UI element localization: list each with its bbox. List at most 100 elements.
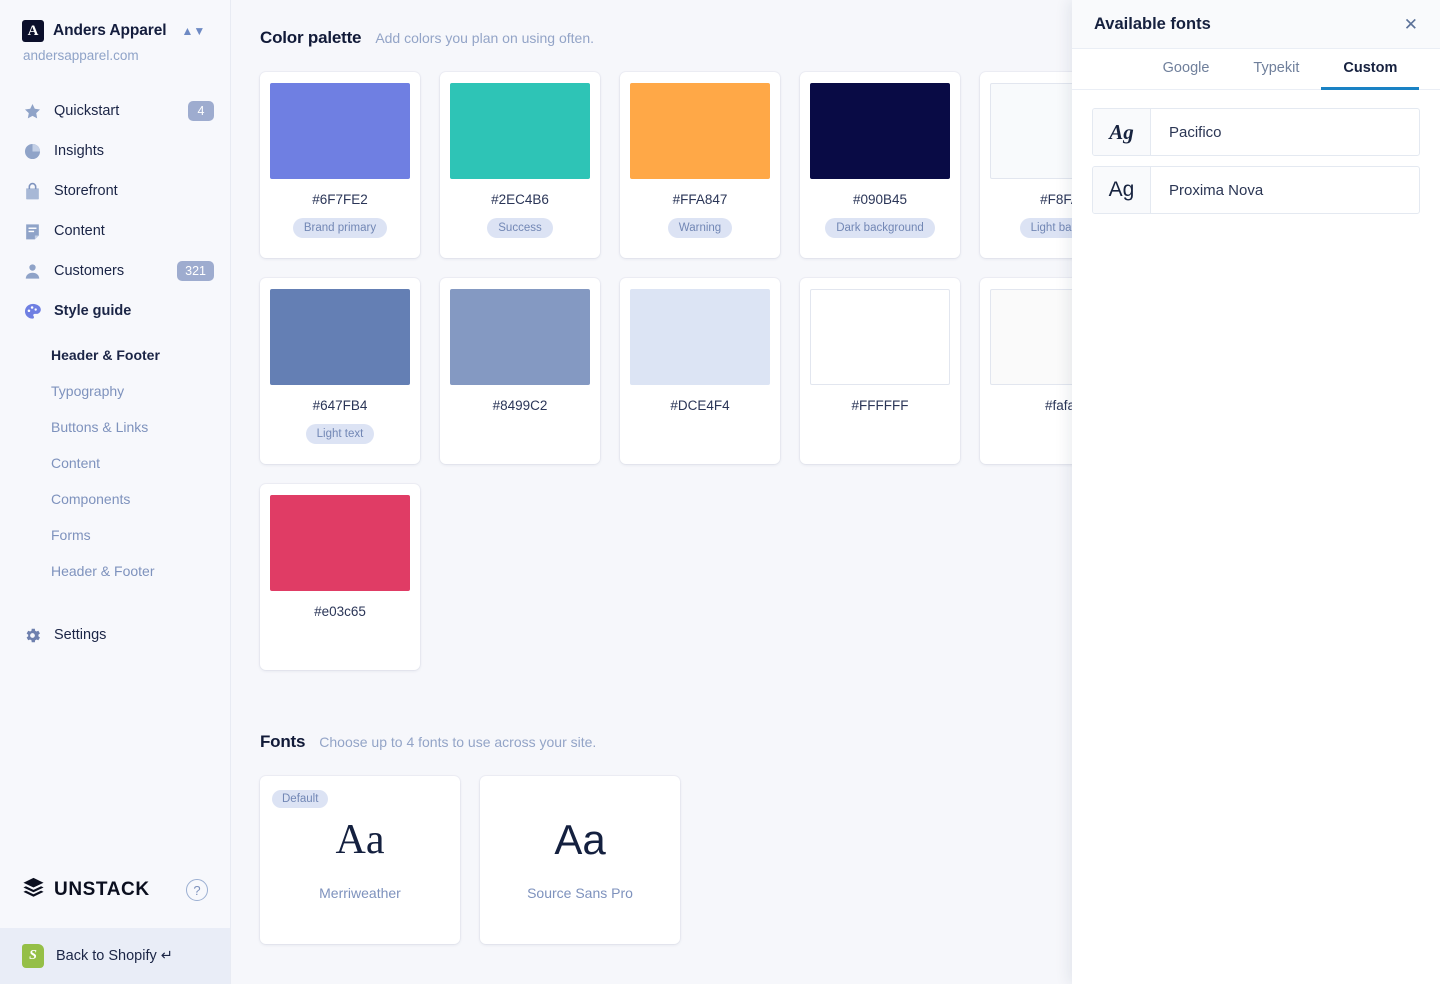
default-badge: Default bbox=[272, 790, 329, 808]
sidebar-label: Settings bbox=[54, 627, 107, 643]
color-swatch-card[interactable]: #FFA847 Warning bbox=[620, 72, 780, 258]
sidebar: A Anders Apparel ▲▼ andersapparel.com Qu… bbox=[0, 0, 231, 984]
store-name: Anders Apparel bbox=[53, 22, 167, 39]
sidebar-label: Style guide bbox=[54, 303, 132, 319]
palette-icon bbox=[22, 301, 42, 321]
tab-custom[interactable]: Custom bbox=[1321, 49, 1420, 90]
sidebar-label: Customers bbox=[54, 263, 125, 279]
color-hex-label: #090B45 bbox=[852, 192, 908, 207]
color-tag: Dark background bbox=[825, 218, 935, 238]
color-hex-label: #e03c65 bbox=[314, 604, 366, 619]
document-icon bbox=[22, 221, 42, 241]
style-guide-app: A Anders Apparel ▲▼ andersapparel.com Qu… bbox=[0, 0, 1440, 984]
unstack-wordmark: UNSTACK bbox=[54, 879, 150, 900]
color-palette-subtitle: Add colors you plan on using often. bbox=[375, 30, 595, 46]
font-list-item[interactable]: Ag Pacifico bbox=[1092, 108, 1420, 156]
primary-nav: Quickstart 4 Insights Storefront Content… bbox=[0, 91, 230, 655]
shopping-bag-icon bbox=[22, 181, 42, 201]
color-chip bbox=[270, 289, 410, 385]
color-chip bbox=[810, 83, 950, 179]
subnav-item-header-footer[interactable]: Header & Footer bbox=[0, 337, 230, 373]
color-tag: Success bbox=[487, 218, 553, 238]
tab-typekit[interactable]: Typekit bbox=[1231, 49, 1321, 90]
color-tag: Brand primary bbox=[292, 218, 388, 238]
subnav-item-buttons-links[interactable]: Buttons & Links bbox=[0, 409, 230, 445]
color-hex-label: #8499C2 bbox=[492, 398, 548, 413]
shopify-icon bbox=[22, 944, 44, 968]
chevron-updown-icon[interactable]: ▲▼ bbox=[181, 25, 205, 37]
font-list-name: Pacifico bbox=[1169, 123, 1222, 141]
sidebar-label: Quickstart bbox=[54, 103, 120, 119]
panel-header: Available fonts ✕ bbox=[1072, 0, 1440, 49]
font-preview-glyph: Ag bbox=[1093, 167, 1151, 213]
star-icon bbox=[22, 101, 42, 121]
font-list-name: Proxima Nova bbox=[1169, 181, 1264, 199]
font-sample: Aa bbox=[335, 817, 385, 863]
stack-layers-icon bbox=[22, 876, 45, 904]
fonts-title: Fonts bbox=[260, 732, 306, 751]
font-name-label: Merriweather bbox=[319, 885, 401, 901]
sidebar-item-storefront[interactable]: Storefront bbox=[0, 171, 230, 211]
color-swatch-card[interactable]: #e03c65 bbox=[260, 484, 420, 670]
close-icon[interactable]: ✕ bbox=[1404, 16, 1418, 33]
sidebar-item-customers[interactable]: Customers 321 bbox=[0, 251, 230, 291]
color-chip bbox=[630, 83, 770, 179]
panel-body: Ag Pacifico Ag Proxima Nova bbox=[1072, 90, 1440, 242]
sidebar-item-settings[interactable]: Settings bbox=[0, 615, 230, 655]
store-url: andersapparel.com bbox=[23, 48, 139, 63]
question-mark-icon[interactable]: ? bbox=[186, 879, 208, 901]
sidebar-label: Insights bbox=[54, 143, 104, 159]
unstack-logo[interactable]: UNSTACK bbox=[22, 876, 150, 904]
color-swatch-card[interactable]: #090B45 Dark background bbox=[800, 72, 960, 258]
sidebar-footer: UNSTACK ? bbox=[0, 852, 230, 928]
panel-tabs: Google Typekit Custom bbox=[1072, 49, 1440, 90]
color-swatch-card[interactable]: #647FB4 Light text bbox=[260, 278, 420, 464]
font-card[interactable]: Aa Source Sans Pro bbox=[480, 776, 680, 944]
brand-block: A Anders Apparel ▲▼ andersapparel.com bbox=[0, 0, 230, 63]
back-to-shopify-label: Back to Shopify ↵ bbox=[56, 948, 173, 964]
font-list-item[interactable]: Ag Proxima Nova bbox=[1092, 166, 1420, 214]
color-swatch-card[interactable]: #DCE4F4 bbox=[620, 278, 780, 464]
sidebar-item-content[interactable]: Content bbox=[0, 211, 230, 251]
back-to-shopify-button[interactable]: Back to Shopify ↵ bbox=[0, 928, 230, 984]
panel-title: Available fonts bbox=[1094, 14, 1211, 33]
user-icon bbox=[22, 261, 42, 281]
available-fonts-panel: Available fonts ✕ Google Typekit Custom … bbox=[1072, 0, 1440, 984]
sidebar-label: Content bbox=[54, 223, 105, 239]
color-chip bbox=[450, 289, 590, 385]
gear-icon bbox=[22, 625, 42, 645]
font-preview-glyph: Ag bbox=[1093, 109, 1151, 155]
sidebar-item-style-guide[interactable]: Style guide bbox=[0, 291, 230, 331]
style-guide-subnav: Header & Footer Typography Buttons & Lin… bbox=[0, 337, 230, 589]
color-swatch-card[interactable]: #2EC4B6 Success bbox=[440, 72, 600, 258]
subnav-item-forms[interactable]: Forms bbox=[0, 517, 230, 553]
subnav-item-components[interactable]: Components bbox=[0, 481, 230, 517]
color-swatch-card[interactable]: #6F7FE2 Brand primary bbox=[260, 72, 420, 258]
color-chip bbox=[450, 83, 590, 179]
subnav-item-content[interactable]: Content bbox=[0, 445, 230, 481]
subnav-item-header-footer-2[interactable]: Header & Footer bbox=[0, 553, 230, 589]
subnav-item-typography[interactable]: Typography bbox=[0, 373, 230, 409]
fonts-subtitle: Choose up to 4 fonts to use across your … bbox=[319, 734, 597, 750]
store-switcher[interactable]: A Anders Apparel ▲▼ bbox=[22, 20, 208, 42]
color-tag: Warning bbox=[667, 218, 733, 238]
quickstart-badge: 4 bbox=[188, 101, 214, 121]
sidebar-item-quickstart[interactable]: Quickstart 4 bbox=[0, 91, 230, 131]
font-sample: Aa bbox=[554, 816, 606, 863]
sidebar-item-insights[interactable]: Insights bbox=[0, 131, 230, 171]
customers-badge: 321 bbox=[177, 261, 214, 281]
color-hex-label: #2EC4B6 bbox=[491, 192, 549, 207]
store-logo: A bbox=[22, 20, 44, 42]
color-hex-label: #6F7FE2 bbox=[312, 192, 368, 207]
font-card[interactable]: Default Aa Merriweather bbox=[260, 776, 460, 944]
color-hex-label: #FFA847 bbox=[672, 192, 728, 207]
font-name-label: Source Sans Pro bbox=[527, 885, 633, 901]
color-hex-label: #647FB4 bbox=[312, 398, 368, 413]
color-swatch-card[interactable]: #8499C2 bbox=[440, 278, 600, 464]
tab-google[interactable]: Google bbox=[1141, 49, 1232, 90]
color-hex-label: #FFFFFF bbox=[851, 398, 909, 413]
color-swatch-card[interactable]: #FFFFFF bbox=[800, 278, 960, 464]
page-title: Color palette bbox=[260, 28, 362, 47]
color-hex-label: #fafa bbox=[1044, 398, 1076, 413]
